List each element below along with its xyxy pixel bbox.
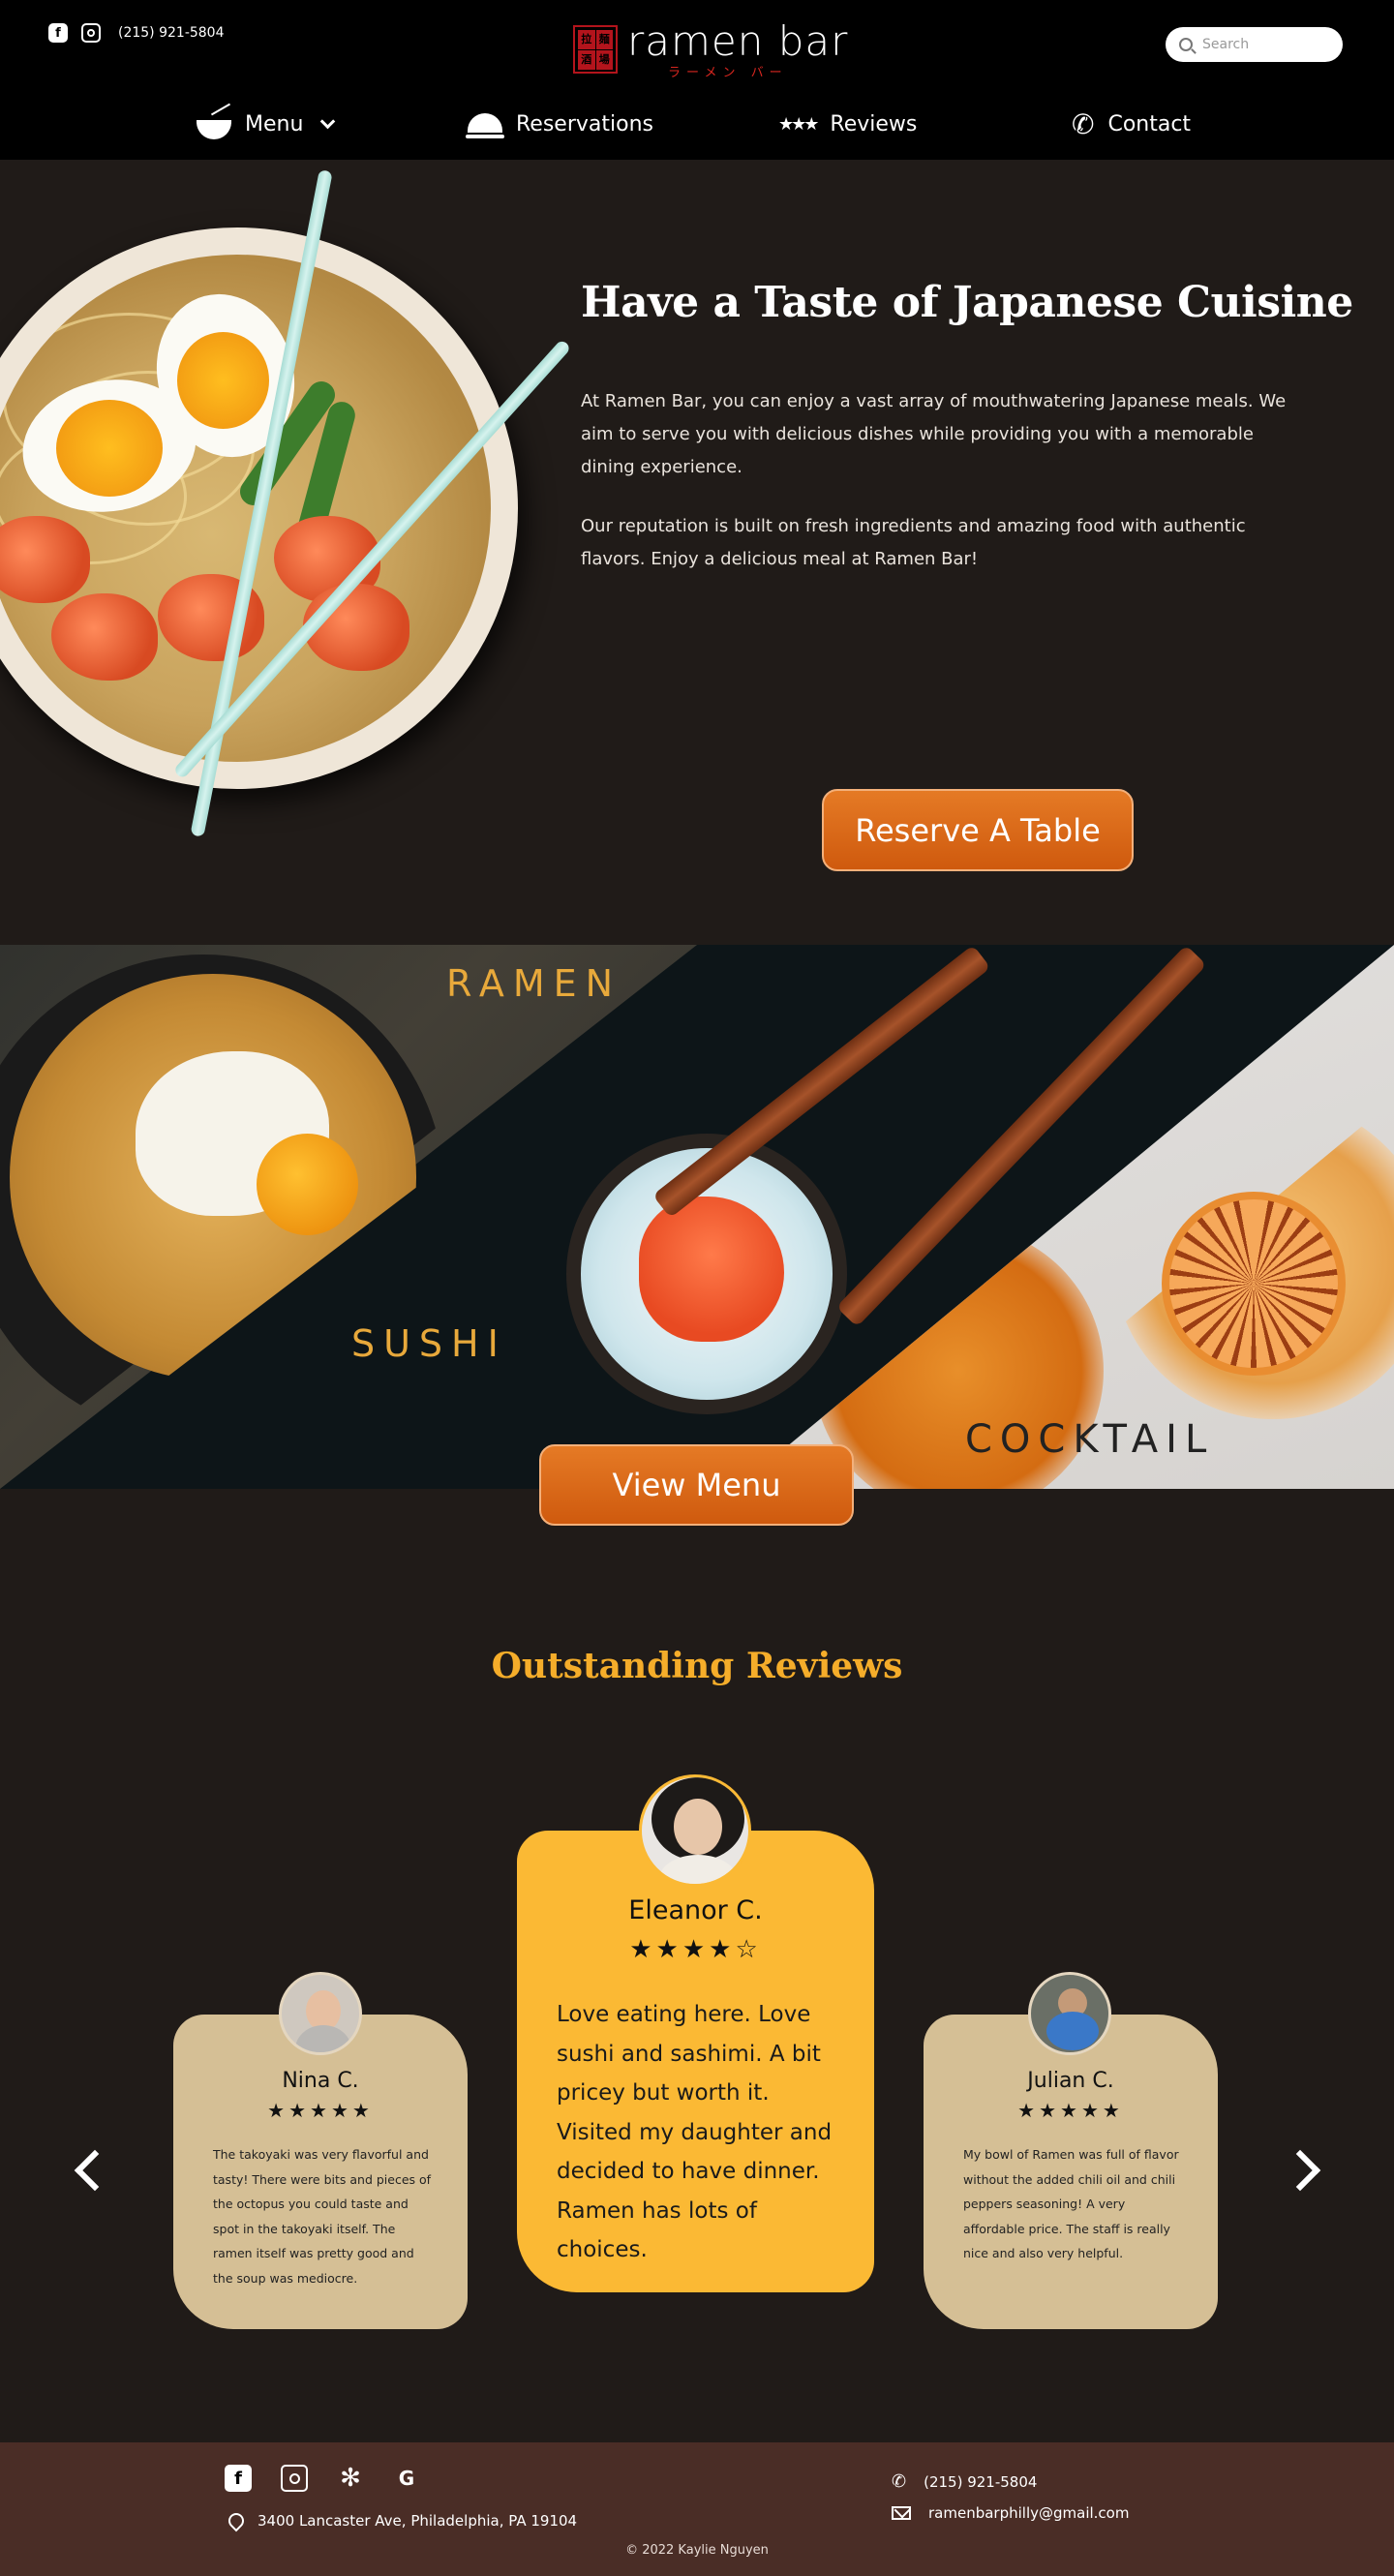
avatar-body bbox=[1046, 2012, 1099, 2050]
copyright-icon: © bbox=[625, 2543, 639, 2558]
footer-copyright: © 2022 Kaylie Nguyen bbox=[0, 2543, 1394, 2558]
review-card-featured: Eleanor C. ★★★★☆ Love eating here. Love … bbox=[517, 1831, 874, 2292]
carousel-prev-arrow-icon[interactable] bbox=[74, 2149, 116, 2192]
avatar-body bbox=[659, 1855, 737, 1884]
reviewer-avatar bbox=[639, 1774, 751, 1887]
nav-item-label: Reviews bbox=[830, 111, 918, 136]
banner-label-sushi: SUSHI bbox=[351, 1322, 507, 1365]
review-stars: ★★★★★ bbox=[267, 2099, 374, 2122]
search-box[interactable] bbox=[1166, 27, 1343, 62]
reviews-title: Outstanding Reviews bbox=[491, 1646, 903, 1686]
site-header: f (215) 921-5804 拉 麺 酒 場 ramen bar ラーメン … bbox=[0, 0, 1394, 160]
email-text: ramenbarphilly@gmail.com bbox=[928, 2504, 1130, 2522]
facebook-icon[interactable]: f bbox=[48, 23, 68, 43]
search-input[interactable] bbox=[1202, 37, 1318, 52]
phone-text: (215) 921-5804 bbox=[924, 2472, 1038, 2491]
phone-icon: ✆ bbox=[892, 2471, 907, 2492]
hero-section: Have a Taste of Japanese Cuisine At Rame… bbox=[0, 160, 1394, 944]
nav-item-reservations[interactable]: Reservations bbox=[466, 105, 653, 143]
banner-label-ramen: RAMEN bbox=[446, 962, 622, 1005]
view-menu-button[interactable]: View Menu bbox=[539, 1444, 854, 1526]
address-text: 3400 Lancaster Ave, Philadelphia, PA 191… bbox=[258, 2512, 578, 2530]
grubhub-icon[interactable]: G bbox=[393, 2465, 420, 2492]
footer-email[interactable]: ramenbarphilly@gmail.com bbox=[892, 2504, 1129, 2522]
yelp-icon[interactable]: ✻ bbox=[337, 2465, 364, 2492]
copyright-text: 2022 Kaylie Nguyen bbox=[642, 2543, 769, 2558]
instagram-icon[interactable] bbox=[281, 2465, 308, 2492]
egg-yolk bbox=[177, 332, 269, 429]
reviewer-name: Eleanor C. bbox=[628, 1895, 763, 1925]
header-social: f (215) 921-5804 bbox=[48, 23, 225, 43]
facebook-icon[interactable]: f bbox=[225, 2465, 252, 2492]
logo-text: ramen bar ラーメン バー bbox=[627, 17, 849, 81]
nav-item-contact[interactable]: ✆ Contact bbox=[1072, 105, 1191, 143]
logo-name: ramen bar bbox=[627, 17, 849, 65]
logo-glyph: 麺 bbox=[595, 30, 613, 49]
hero-title: Have a Taste of Japanese Cuisine bbox=[581, 278, 1353, 327]
search-icon bbox=[1179, 38, 1193, 51]
logo-mark-icon: 拉 麺 酒 場 bbox=[573, 25, 618, 74]
review-card: Julian C. ★★★★★ My bowl of Ramen was ful… bbox=[924, 2015, 1218, 2329]
stars-icon: ★★★ bbox=[778, 113, 819, 135]
footer-social: f ✻ G bbox=[225, 2465, 420, 2492]
footer-phone[interactable]: ✆ (215) 921-5804 bbox=[892, 2471, 1037, 2492]
nav-item-label: Contact bbox=[1107, 111, 1192, 136]
menu-banner: RAMEN SUSHI COCKTAIL bbox=[0, 945, 1394, 1489]
banner-label-cocktail: COCKTAIL bbox=[965, 1417, 1215, 1462]
egg-yolk bbox=[56, 400, 163, 497]
review-stars: ★★★★★ bbox=[1017, 2099, 1124, 2122]
hero-paragraph: At Ramen Bar, you can enjoy a vast array… bbox=[581, 391, 1287, 477]
cloche-icon bbox=[466, 113, 504, 138]
avatar-face bbox=[674, 1799, 722, 1855]
phone-icon: ✆ bbox=[1072, 107, 1095, 140]
logo-glyph: 酒 bbox=[578, 50, 595, 70]
review-stars: ★★★★☆ bbox=[629, 1935, 762, 1964]
chevron-down-icon bbox=[320, 113, 336, 129]
fried-egg-yolk bbox=[257, 1134, 358, 1235]
nav-item-label: Menu bbox=[245, 111, 304, 136]
nav-item-reviews[interactable]: ★★★ Reviews bbox=[778, 105, 917, 143]
review-text: The takoyaki was very flavorful and tast… bbox=[213, 2147, 432, 2286]
reviewer-avatar bbox=[279, 1972, 362, 2055]
wooden-chopstick bbox=[652, 945, 991, 1219]
logo-glyph: 拉 bbox=[578, 30, 595, 49]
site-footer: f ✻ G 3400 Lancaster Ave, Philadelphia, … bbox=[0, 2442, 1394, 2576]
instagram-lens bbox=[87, 29, 95, 37]
footer-address[interactable]: 3400 Lancaster Ave, Philadelphia, PA 191… bbox=[225, 2509, 578, 2532]
header-phone[interactable]: (215) 921-5804 bbox=[118, 25, 225, 41]
nav-item-menu[interactable]: Menu bbox=[197, 105, 336, 143]
shrimp bbox=[51, 593, 158, 681]
reviewer-avatar bbox=[1028, 1972, 1111, 2055]
logo[interactable]: 拉 麺 酒 場 ramen bar ラーメン バー bbox=[573, 19, 848, 80]
instagram-lens bbox=[288, 2472, 300, 2484]
review-text: My bowl of Ramen was full of flavor with… bbox=[963, 2147, 1179, 2260]
mail-icon bbox=[892, 2506, 911, 2520]
main-nav: Menu Reservations ★★★ Reviews ✆ Contact bbox=[0, 105, 1394, 143]
reviewer-name: Julian C. bbox=[1027, 2069, 1114, 2093]
location-pin-icon bbox=[225, 2509, 248, 2532]
nav-item-label: Reservations bbox=[516, 111, 653, 136]
shrimp bbox=[0, 516, 90, 603]
review-text: Love eating here. Love sushi and sashimi… bbox=[557, 2002, 833, 2262]
carousel-next-arrow-icon[interactable] bbox=[1279, 2149, 1321, 2192]
orange-slice bbox=[1162, 1192, 1346, 1376]
hero-paragraph: Our reputation is built on fresh ingredi… bbox=[581, 516, 1246, 569]
logo-glyph: 場 bbox=[595, 50, 613, 70]
reserve-table-button[interactable]: Reserve A Table bbox=[822, 789, 1134, 871]
reviewer-name: Nina C. bbox=[282, 2069, 359, 2093]
avatar-body bbox=[295, 2025, 351, 2052]
bowl-icon bbox=[197, 120, 231, 139]
instagram-icon[interactable] bbox=[81, 23, 101, 43]
review-card: Nina C. ★★★★★ The takoyaki was very flav… bbox=[173, 2015, 468, 2329]
